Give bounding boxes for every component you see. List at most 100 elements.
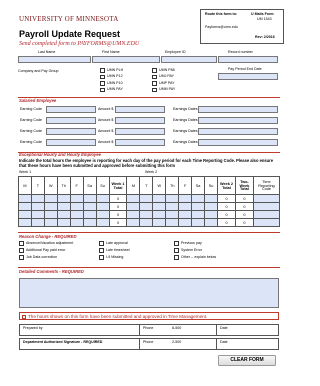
hours-cell[interactable] <box>69 194 84 203</box>
last-name-field[interactable] <box>18 56 91 63</box>
hours-cell[interactable] <box>152 218 167 227</box>
hours-cell[interactable] <box>43 194 58 203</box>
first-name-field[interactable] <box>92 56 160 63</box>
hours-cell[interactable] <box>56 218 71 227</box>
reason-option-checkbox[interactable] <box>19 248 24 253</box>
hours-cell[interactable] <box>178 210 193 219</box>
reason-option-checkbox[interactable] <box>174 248 179 253</box>
earning-code-field[interactable] <box>46 117 96 124</box>
hours-cell[interactable] <box>30 202 45 211</box>
hours-cell[interactable] <box>95 202 110 211</box>
hours-cell[interactable] <box>126 202 141 211</box>
hours-cell[interactable] <box>69 218 84 227</box>
time-reporting-code-cell[interactable] <box>252 210 281 219</box>
hours-cell[interactable] <box>191 202 206 211</box>
hours-cell[interactable] <box>95 210 110 219</box>
reason-option-checkbox[interactable] <box>174 255 179 260</box>
reason-option-checkbox[interactable] <box>19 255 24 260</box>
time-reporting-code-cell[interactable] <box>252 202 281 211</box>
pay-period-end-field[interactable] <box>218 73 278 80</box>
hours-cell[interactable] <box>56 210 71 219</box>
hours-cell[interactable] <box>18 218 32 227</box>
reason-option-checkbox[interactable] <box>99 248 104 253</box>
comments-textarea[interactable] <box>19 278 279 308</box>
hours-cell[interactable] <box>43 210 58 219</box>
hours-cell[interactable] <box>204 202 219 211</box>
hours-cell[interactable] <box>165 218 180 227</box>
earning-code-field[interactable] <box>46 106 96 113</box>
hours-cell[interactable] <box>139 202 154 211</box>
hours-cell[interactable] <box>82 194 97 203</box>
hours-cell[interactable] <box>126 218 141 227</box>
hours-cell[interactable] <box>152 210 167 219</box>
hours-cell[interactable] <box>43 218 58 227</box>
hours-cell[interactable] <box>139 194 154 203</box>
hours-cell[interactable] <box>69 202 84 211</box>
attestation-checkbox[interactable] <box>21 314 26 319</box>
record-number-field[interactable] <box>218 56 278 63</box>
signature-field[interactable] <box>20 325 140 336</box>
phone-value[interactable]: 8-500 <box>172 326 181 331</box>
hours-cell[interactable] <box>30 194 45 203</box>
company-option-checkbox[interactable] <box>100 74 105 79</box>
hours-cell[interactable] <box>126 210 141 219</box>
amount-field[interactable] <box>115 139 165 146</box>
hours-cell[interactable] <box>204 218 219 227</box>
hours-cell[interactable] <box>165 202 180 211</box>
hours-cell[interactable] <box>191 194 206 203</box>
hours-cell[interactable] <box>139 210 154 219</box>
signature-field[interactable] <box>20 339 140 350</box>
amount-field[interactable] <box>115 128 165 135</box>
company-option-checkbox[interactable] <box>100 87 105 92</box>
hours-cell[interactable] <box>18 210 32 219</box>
earnings-dates-field[interactable] <box>198 128 278 135</box>
hours-cell[interactable] <box>18 202 32 211</box>
hours-cell[interactable] <box>165 194 180 203</box>
earning-code-field[interactable] <box>46 128 96 135</box>
hours-cell[interactable] <box>69 210 84 219</box>
hours-cell[interactable] <box>56 202 71 211</box>
hours-cell[interactable] <box>152 194 167 203</box>
hours-cell[interactable] <box>43 202 58 211</box>
reason-option-checkbox[interactable] <box>174 241 179 246</box>
hours-cell[interactable] <box>56 194 71 203</box>
amount-field[interactable] <box>115 106 165 113</box>
hours-cell[interactable] <box>139 218 154 227</box>
earning-code-field[interactable] <box>46 139 96 146</box>
reason-option-checkbox[interactable] <box>99 241 104 246</box>
hours-cell[interactable] <box>82 210 97 219</box>
company-option-checkbox[interactable] <box>152 68 157 73</box>
earnings-dates-field[interactable] <box>198 139 278 146</box>
amount-field[interactable] <box>115 117 165 124</box>
hours-cell[interactable] <box>126 194 141 203</box>
hours-cell[interactable] <box>178 194 193 203</box>
hours-cell[interactable] <box>30 210 45 219</box>
clear-form-button[interactable]: CLEAR FORM <box>218 355 276 366</box>
hours-cell[interactable] <box>178 218 193 227</box>
hours-cell[interactable] <box>95 194 110 203</box>
company-option-checkbox[interactable] <box>152 87 157 92</box>
company-option-checkbox[interactable] <box>152 74 157 79</box>
hours-cell[interactable] <box>152 202 167 211</box>
hours-cell[interactable] <box>191 210 206 219</box>
hours-cell[interactable] <box>204 194 219 203</box>
hours-cell[interactable] <box>191 218 206 227</box>
company-option-checkbox[interactable] <box>100 81 105 86</box>
hours-cell[interactable] <box>82 218 97 227</box>
earnings-dates-field[interactable] <box>198 106 278 113</box>
earnings-dates-field[interactable] <box>198 117 278 124</box>
hours-cell[interactable] <box>95 218 110 227</box>
company-option-checkbox[interactable] <box>100 68 105 73</box>
hours-cell[interactable] <box>204 210 219 219</box>
reason-option-checkbox[interactable] <box>19 241 24 246</box>
time-reporting-code-cell[interactable] <box>252 194 281 203</box>
hours-cell[interactable] <box>82 202 97 211</box>
reason-option-checkbox[interactable] <box>99 255 104 260</box>
employee-id-field[interactable] <box>161 56 217 63</box>
hours-cell[interactable] <box>18 194 32 203</box>
phone-value[interactable]: 2-500 <box>172 340 181 345</box>
company-option-checkbox[interactable] <box>152 81 157 86</box>
hours-cell[interactable] <box>165 210 180 219</box>
time-reporting-code-cell[interactable] <box>252 218 281 227</box>
hours-cell[interactable] <box>30 218 45 227</box>
